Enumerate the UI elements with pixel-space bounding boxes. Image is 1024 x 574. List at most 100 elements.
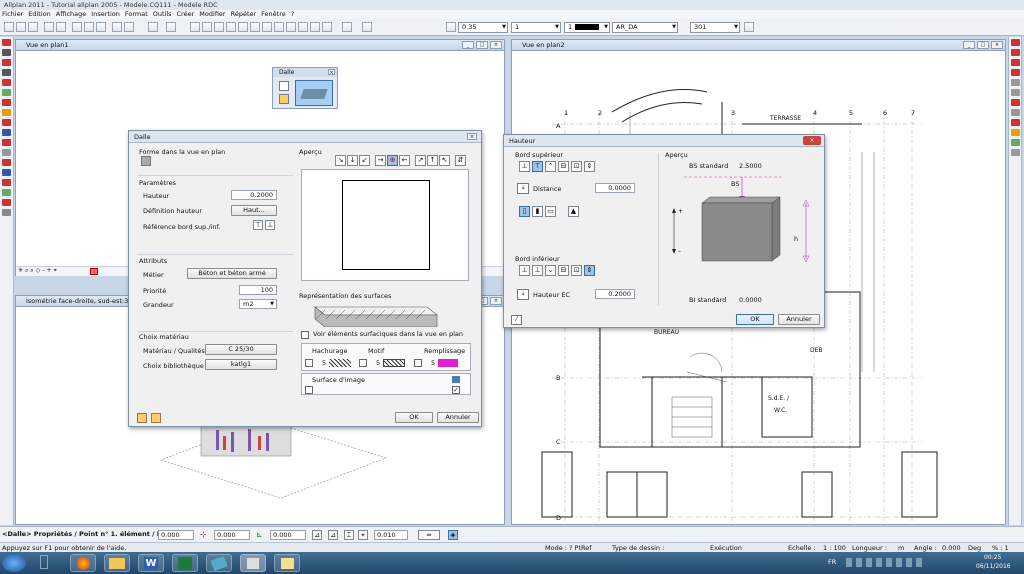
tray-language[interactable]: FR (828, 558, 836, 566)
menu-fichier[interactable]: Fichier (2, 10, 23, 19)
surface-image-checkbox-2[interactable]: ✓ (452, 386, 460, 394)
color-select[interactable]: 1 ▼ (564, 22, 610, 33)
tray-icons[interactable] (846, 558, 926, 567)
bibliotheque-button[interactable]: katlg1 (205, 359, 277, 370)
delete-icon[interactable] (124, 22, 134, 32)
pen-tool-icon[interactable] (2, 39, 11, 46)
room-tool-icon[interactable] (2, 149, 11, 156)
voir-checkbox[interactable] (301, 331, 309, 339)
line-style-icon[interactable]: ═ (418, 530, 440, 540)
hachurage-swatch[interactable] (329, 359, 351, 367)
hauteur-dialog[interactable]: Hauteur × Bord supérieur Aperçu ⊥ ⊤ ⌃ ⊟ … (503, 134, 825, 328)
warning-tool-icon[interactable] (1011, 129, 1020, 136)
allplan-icon[interactable] (240, 554, 266, 572)
hachurage-checkbox[interactable] (305, 359, 313, 367)
modify-tool-icon[interactable] (1011, 109, 1020, 116)
wall-tool-icon[interactable] (2, 89, 11, 96)
pan-icon[interactable] (310, 22, 320, 32)
top-rel-icon[interactable]: ⊤ (532, 161, 543, 172)
notes-icon[interactable] (274, 554, 300, 572)
circle-tool-icon[interactable] (2, 79, 11, 86)
paste-icon[interactable] (96, 22, 106, 32)
wizard-icon[interactable] (202, 22, 212, 32)
dalle-dialog[interactable]: Dalle × Forme dans la vue en plan Aperçu… (128, 130, 482, 427)
roof-tool-icon[interactable] (2, 129, 11, 136)
menu-help[interactable]: ? (291, 10, 294, 19)
maximize-icon[interactable]: □ (476, 41, 488, 49)
step-field[interactable]: 0.010 (374, 530, 408, 540)
menu-format[interactable]: Format (125, 10, 148, 19)
firefox-icon[interactable] (70, 554, 96, 572)
motif-swatch[interactable] (383, 359, 405, 367)
slab-create-icon[interactable] (295, 80, 333, 106)
favorites-open-icon[interactable] (137, 413, 147, 423)
rotate-tool-icon[interactable] (1011, 59, 1020, 66)
view-right-icon[interactable]: ↙ (359, 155, 370, 166)
menu-insertion[interactable]: Insertion (91, 10, 120, 19)
window-tool-icon[interactable] (2, 169, 11, 176)
top-arrow-icon[interactable]: ⇕ (584, 161, 595, 172)
hatch-select[interactable]: 301 ▼ (690, 22, 740, 33)
mirror-tool-icon[interactable] (1011, 69, 1020, 76)
format-icon[interactable] (744, 22, 754, 32)
view-iso3-icon[interactable]: ↖ (439, 155, 450, 166)
surface-tool-icon[interactable] (2, 189, 11, 196)
label-tool-icon[interactable] (2, 209, 11, 216)
open-icon[interactable] (16, 22, 26, 32)
line-type-select[interactable]: 1 ▼ (511, 22, 561, 33)
new-icon[interactable] (4, 22, 14, 32)
menu-edition[interactable]: Edition (28, 10, 51, 19)
offset-tool-icon[interactable] (1011, 99, 1020, 106)
snap-1-icon[interactable]: ⊿ (312, 530, 322, 540)
close-icon[interactable]: × (490, 297, 502, 305)
copy-icon[interactable] (84, 22, 94, 32)
arrow-tool-icon[interactable] (2, 49, 11, 56)
copy-tool-icon[interactable] (1011, 39, 1020, 46)
dimension-icon[interactable] (214, 22, 224, 32)
distance-icon[interactable]: ⇣ (517, 183, 529, 194)
close-icon[interactable]: × (490, 41, 502, 49)
view-left-icon[interactable]: ↘ (335, 155, 346, 166)
stretch-tool-icon[interactable] (1011, 79, 1020, 86)
view-refresh-icon[interactable]: ⇵ (455, 155, 466, 166)
line-tool-icon[interactable] (2, 59, 11, 66)
view-plan-icon[interactable]: ⊕ (387, 155, 398, 166)
hauteur-ec-icon[interactable]: ⇣ (517, 289, 529, 300)
top-abs-icon[interactable]: ⊥ (519, 161, 530, 172)
snap-4-icon[interactable]: ⌖ (358, 530, 368, 540)
search-tool-icon[interactable] (1011, 149, 1020, 156)
bottom-under-icon[interactable]: ⊡ (571, 265, 582, 276)
beam-tool-icon[interactable] (2, 119, 11, 126)
window-icon[interactable] (274, 22, 284, 32)
menu-creer[interactable]: Créer (177, 10, 195, 19)
erase-tool-icon[interactable] (1011, 119, 1020, 126)
palette-close-icon[interactable]: × (328, 69, 335, 76)
close-icon[interactable]: × (467, 133, 477, 140)
move-tool-icon[interactable] (1011, 49, 1020, 56)
eyedropper-icon[interactable] (279, 81, 289, 91)
print-icon[interactable] (44, 22, 54, 32)
menu-outils[interactable]: Outils (153, 10, 172, 19)
polyline-tool-icon[interactable] (2, 69, 11, 76)
excel-icon[interactable] (172, 554, 198, 572)
opening-tool-icon[interactable] (2, 99, 11, 106)
option-d-icon[interactable]: ▲ (568, 206, 579, 217)
calc-icon[interactable] (238, 22, 248, 32)
top-under-icon[interactable]: ⊡ (571, 161, 582, 172)
preview-icon[interactable] (56, 22, 66, 32)
open-folder-icon[interactable] (279, 94, 289, 104)
text-icon[interactable] (226, 22, 236, 32)
properties-icon[interactable] (112, 22, 122, 32)
dx-icon[interactable]: ⊹ (200, 531, 209, 539)
minimize-icon[interactable]: _ (963, 41, 975, 49)
bottom-rel-icon[interactable]: ⊥ (532, 265, 543, 276)
section-tool-icon[interactable] (2, 199, 11, 206)
snap-2-icon[interactable]: ⊿ (328, 530, 338, 540)
shape-icon[interactable] (141, 156, 151, 166)
remplissage-swatch[interactable] (438, 359, 458, 367)
view-iso2-icon[interactable]: ↑ (427, 155, 438, 166)
ref-top-icon[interactable]: ⊤ (253, 220, 263, 230)
ref-bottom-icon[interactable]: ⊥ (265, 220, 275, 230)
pen-thickness-select[interactable]: 0.35 ▼ (458, 22, 508, 33)
menu-modifier[interactable]: Modifier (199, 10, 225, 19)
